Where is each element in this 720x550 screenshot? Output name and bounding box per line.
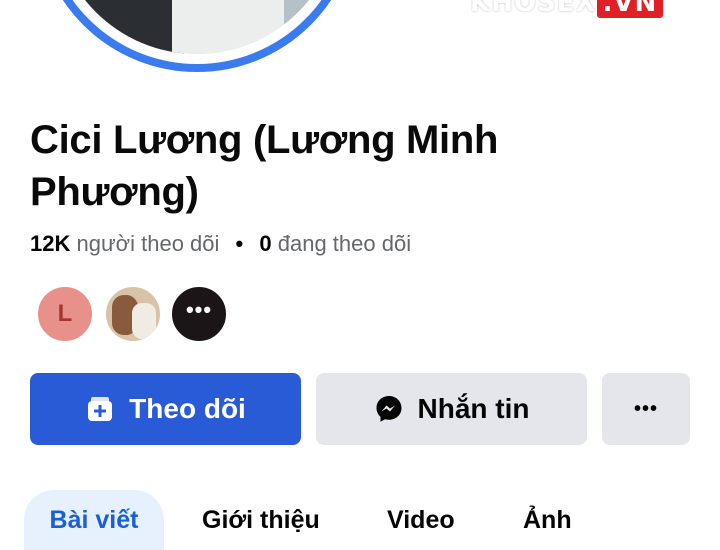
follower-avatar-initial[interactable]: L bbox=[36, 285, 94, 343]
tab-photos-label: Ảnh bbox=[523, 506, 572, 534]
profile-name: Cici Lương (Lương Minh Phương) bbox=[30, 118, 499, 214]
stats-separator: • bbox=[235, 231, 244, 256]
more-options-button[interactable]: ••• bbox=[602, 373, 690, 445]
tab-video-label: Video bbox=[387, 506, 455, 534]
follow-icon bbox=[88, 397, 113, 421]
followers-count[interactable]: 12K bbox=[30, 231, 70, 256]
avatar-initial: L bbox=[57, 300, 73, 327]
follow-button-label: Theo dõi bbox=[129, 393, 246, 424]
tab-posts[interactable]: Bài viết bbox=[24, 490, 164, 550]
message-button-label: Nhắn tin bbox=[417, 393, 530, 424]
followers-label[interactable]: người theo dõi bbox=[76, 231, 219, 256]
more-options-icon: ••• bbox=[633, 397, 658, 420]
profile-tabs: Bài viết Giới thiệu Video Ảnh bbox=[0, 490, 720, 550]
tab-about[interactable]: Giới thiệu bbox=[202, 490, 320, 550]
profile-photo bbox=[54, 0, 340, 54]
tab-video[interactable]: Video bbox=[387, 490, 455, 550]
message-button[interactable]: Nhắn tin bbox=[316, 373, 587, 445]
tab-photos[interactable]: Ảnh bbox=[523, 490, 572, 550]
more-followers-icon: ••• bbox=[185, 297, 213, 322]
more-followers-button[interactable]: ••• bbox=[170, 285, 228, 343]
tab-posts-label: Bài viết bbox=[49, 506, 139, 534]
watermark-logo: KHOSEX .VN bbox=[470, 0, 664, 18]
follower-avatar-photo[interactable] bbox=[104, 285, 162, 343]
following-count[interactable]: 0 bbox=[259, 231, 271, 256]
following-label[interactable]: đang theo dõi bbox=[278, 231, 411, 256]
messenger-icon bbox=[376, 396, 401, 422]
tab-about-label: Giới thiệu bbox=[202, 506, 320, 534]
follow-button[interactable]: Theo dõi bbox=[30, 373, 301, 445]
profile-picture[interactable] bbox=[36, 0, 358, 72]
follow-stats: 12K người theo dõi • 0 đang theo dõi bbox=[30, 228, 411, 260]
